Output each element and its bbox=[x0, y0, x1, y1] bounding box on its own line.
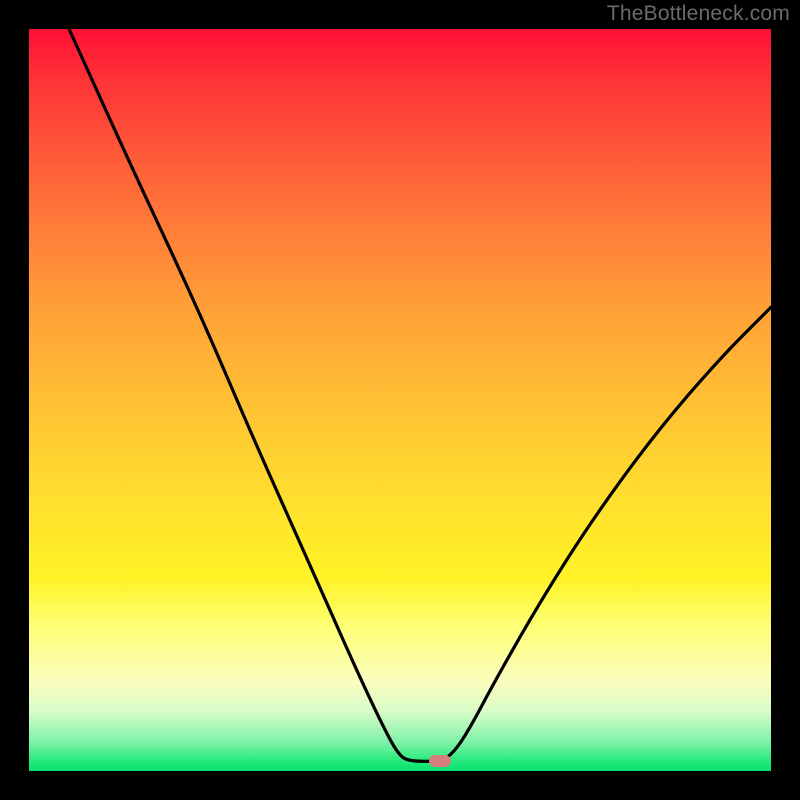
optimal-marker bbox=[429, 755, 451, 767]
chart-frame: TheBottleneck.com bbox=[0, 0, 800, 800]
gradient-background bbox=[29, 29, 771, 771]
watermark-text: TheBottleneck.com bbox=[607, 2, 790, 26]
plot-area bbox=[29, 29, 771, 771]
